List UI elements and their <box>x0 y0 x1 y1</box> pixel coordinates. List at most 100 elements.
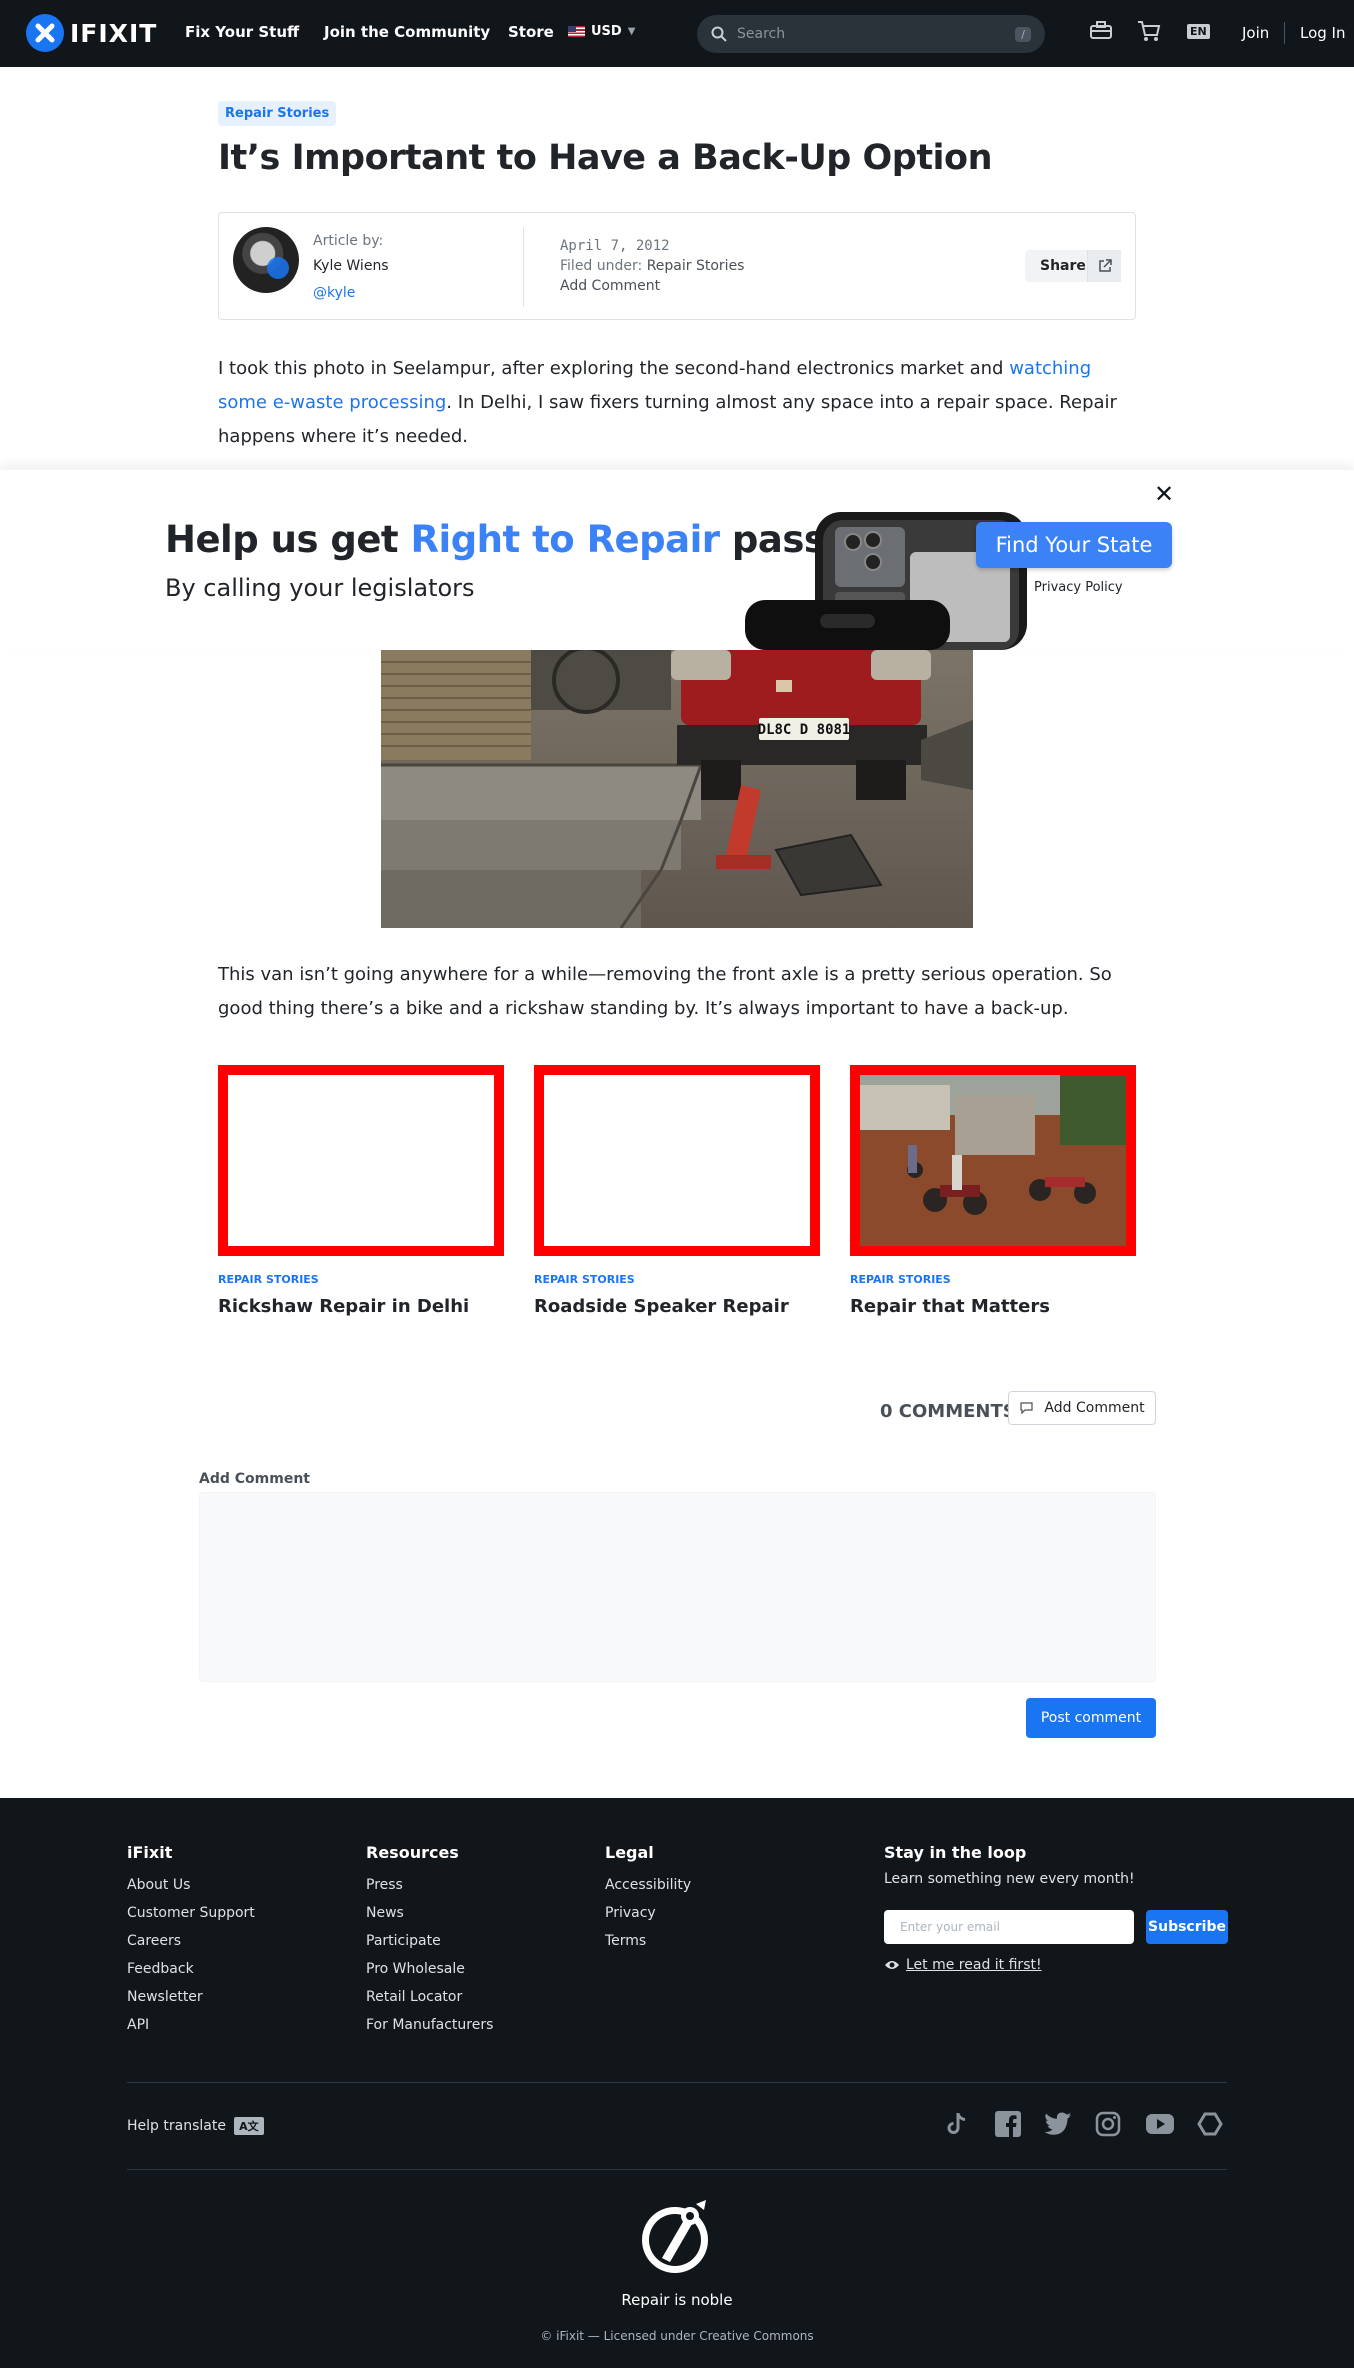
newsletter-subtext: Learn something new every month! <box>884 1871 1135 1887</box>
footer-divider <box>127 2082 1227 2083</box>
banner-heading-highlight: Right to Repair <box>410 518 721 561</box>
banner-heading-text: Help us get <box>165 518 411 561</box>
add-comment-label: Add Comment <box>1044 1400 1145 1416</box>
footer-link[interactable]: Terms <box>605 1927 691 1955</box>
subscribe-button[interactable]: Subscribe <box>1146 1910 1228 1944</box>
related-card[interactable]: Repair Stories Rickshaw Repair in Delhi <box>218 1065 504 1317</box>
currency-selector[interactable]: USD ▼ <box>568 24 635 39</box>
filed-under: Filed under: Repair Stories <box>560 258 744 274</box>
instagram-icon[interactable] <box>1094 2110 1122 2138</box>
author-avatar[interactable] <box>233 227 299 293</box>
footer-column-ifixit: iFixit About Us Customer Support Careers… <box>127 1843 255 2039</box>
join-link[interactable]: Join <box>1242 24 1269 42</box>
filed-category-link[interactable]: Repair Stories <box>647 258 745 274</box>
twitter-icon[interactable] <box>1044 2110 1072 2138</box>
nav-fix-your-stuff[interactable]: Fix Your Stuff <box>185 23 299 41</box>
meta-add-comment-link[interactable]: Add Comment <box>560 278 660 294</box>
footer-link[interactable]: Newsletter <box>127 1983 255 2011</box>
article-date: April 7, 2012 <box>560 238 670 254</box>
right-to-repair-banner: ✕ Help us get Right to Repair passed By … <box>0 470 1354 650</box>
comment-form-label: Add Comment <box>199 1471 310 1487</box>
footer-link[interactable]: Participate <box>366 1927 493 1955</box>
cart-icon[interactable] <box>1137 20 1161 46</box>
footer-tagline: Repair is noble <box>621 2291 733 2309</box>
footer-link[interactable]: Press <box>366 1871 493 1899</box>
footer-link[interactable]: Customer Support <box>127 1899 255 1927</box>
top-navigation: IFIXIT Fix Your Stuff Join the Community… <box>0 0 1354 67</box>
footer-link[interactable]: Retail Locator <box>366 1983 493 2011</box>
close-icon[interactable]: ✕ <box>1154 482 1174 506</box>
email-field[interactable] <box>884 1910 1134 1944</box>
footer-divider <box>127 2169 1227 2170</box>
search-shortcut: / <box>1015 26 1031 42</box>
footer-link[interactable]: About Us <box>127 1871 255 1899</box>
login-link[interactable]: Log In <box>1300 24 1346 42</box>
ifixit-logo[interactable]: IFIXIT <box>26 14 157 52</box>
hexagon-icon[interactable] <box>1196 2110 1224 2138</box>
related-card-title[interactable]: Rickshaw Repair in Delhi <box>218 1296 504 1317</box>
find-your-state-button[interactable]: Find Your State <box>976 522 1172 568</box>
youtube-icon[interactable] <box>1146 2110 1174 2138</box>
nav-divider <box>1284 22 1285 44</box>
footer-column-heading: Legal <box>605 1843 654 1862</box>
footer-link[interactable]: For Manufacturers <box>366 2011 493 2039</box>
related-card-title[interactable]: Repair that Matters <box>850 1296 1136 1317</box>
author-label: Article by: <box>313 233 384 249</box>
tiktok-icon[interactable] <box>943 2110 971 2138</box>
nav-store[interactable]: Store <box>508 23 554 41</box>
chevron-down-icon: ▼ <box>627 26 636 37</box>
footer-link[interactable]: API <box>127 2011 255 2039</box>
copyright-text: © iFixit — Licensed under Creative Commo… <box>540 2329 814 2343</box>
author-name[interactable]: Kyle Wiens <box>313 258 389 274</box>
article-paragraph-2: This van isn’t going anywhere for a whil… <box>218 964 1112 1019</box>
search-input[interactable] <box>737 26 1006 42</box>
related-card-title[interactable]: Roadside Speaker Repair <box>534 1296 820 1317</box>
comments-count: 0 COMMENTS <box>880 1401 1016 1422</box>
related-card-category: Repair Stories <box>218 1273 319 1286</box>
banner-subheading: By calling your legislators <box>165 574 475 602</box>
author-handle[interactable]: @kyle <box>313 285 355 301</box>
add-comment-button[interactable]: Add Comment <box>1008 1391 1156 1425</box>
related-card-category: Repair Stories <box>850 1273 951 1286</box>
comment-textarea[interactable] <box>199 1492 1156 1682</box>
share-button[interactable]: Share <box>1025 250 1121 282</box>
read-first-link[interactable]: Let me read it first! <box>884 1957 1042 1973</box>
facebook-icon[interactable] <box>994 2110 1022 2138</box>
eye-icon <box>885 1961 899 1969</box>
footer-link[interactable]: News <box>366 1899 493 1927</box>
article-photo: DL8C D 8081 <box>381 650 973 928</box>
toolbox-icon[interactable] <box>1090 20 1112 44</box>
paragraph-text: I took this photo in Seelampur, after ex… <box>218 358 1010 379</box>
footer-link[interactable]: Privacy <box>605 1899 691 1927</box>
related-card[interactable]: Repair Stories Roadside Speaker Repair <box>534 1065 820 1317</box>
help-translate-link[interactable]: Help translate A文 <box>127 2117 264 2135</box>
footer-link[interactable]: Feedback <box>127 1955 255 1983</box>
newsletter-heading: Stay in the loop <box>884 1843 1027 1862</box>
help-translate-label: Help translate <box>127 2118 226 2134</box>
footer-column-heading: iFixit <box>127 1843 173 1862</box>
ifixit-logo-icon <box>26 14 64 52</box>
meta-divider <box>523 227 524 307</box>
site-footer: iFixit About Us Customer Support Careers… <box>0 1798 1354 2368</box>
footer-link[interactable]: Pro Wholesale <box>366 1955 493 1983</box>
related-card-image <box>850 1065 1136 1256</box>
repair-is-noble-logo-icon <box>640 2198 714 2276</box>
footer-link[interactable]: Careers <box>127 1927 255 1955</box>
privacy-policy-link[interactable]: Privacy Policy <box>1034 580 1123 595</box>
language-selector[interactable]: EN <box>1187 24 1210 39</box>
article-paragraph-1: I took this photo in Seelampur, after ex… <box>218 352 1136 454</box>
post-comment-button[interactable]: Post comment <box>1026 1698 1156 1738</box>
footer-column-legal: Legal Accessibility Privacy Terms <box>605 1843 691 1955</box>
brand-name: IFIXIT <box>70 18 158 48</box>
translate-icon: A文 <box>233 2117 264 2135</box>
related-card-image <box>534 1065 820 1256</box>
related-card[interactable]: Repair Stories Repair that Matters <box>850 1065 1136 1317</box>
read-first-label: Let me read it first! <box>906 1957 1042 1973</box>
nav-join-community[interactable]: Join the Community <box>324 23 490 41</box>
filed-label: Filed under: <box>560 258 643 274</box>
article-category-tag[interactable]: Repair Stories <box>218 101 337 126</box>
footer-link[interactable]: Accessibility <box>605 1871 691 1899</box>
license-plate-text: DL8C D 8081 <box>758 722 851 738</box>
external-link-icon <box>1087 250 1121 282</box>
related-card-image <box>218 1065 504 1256</box>
